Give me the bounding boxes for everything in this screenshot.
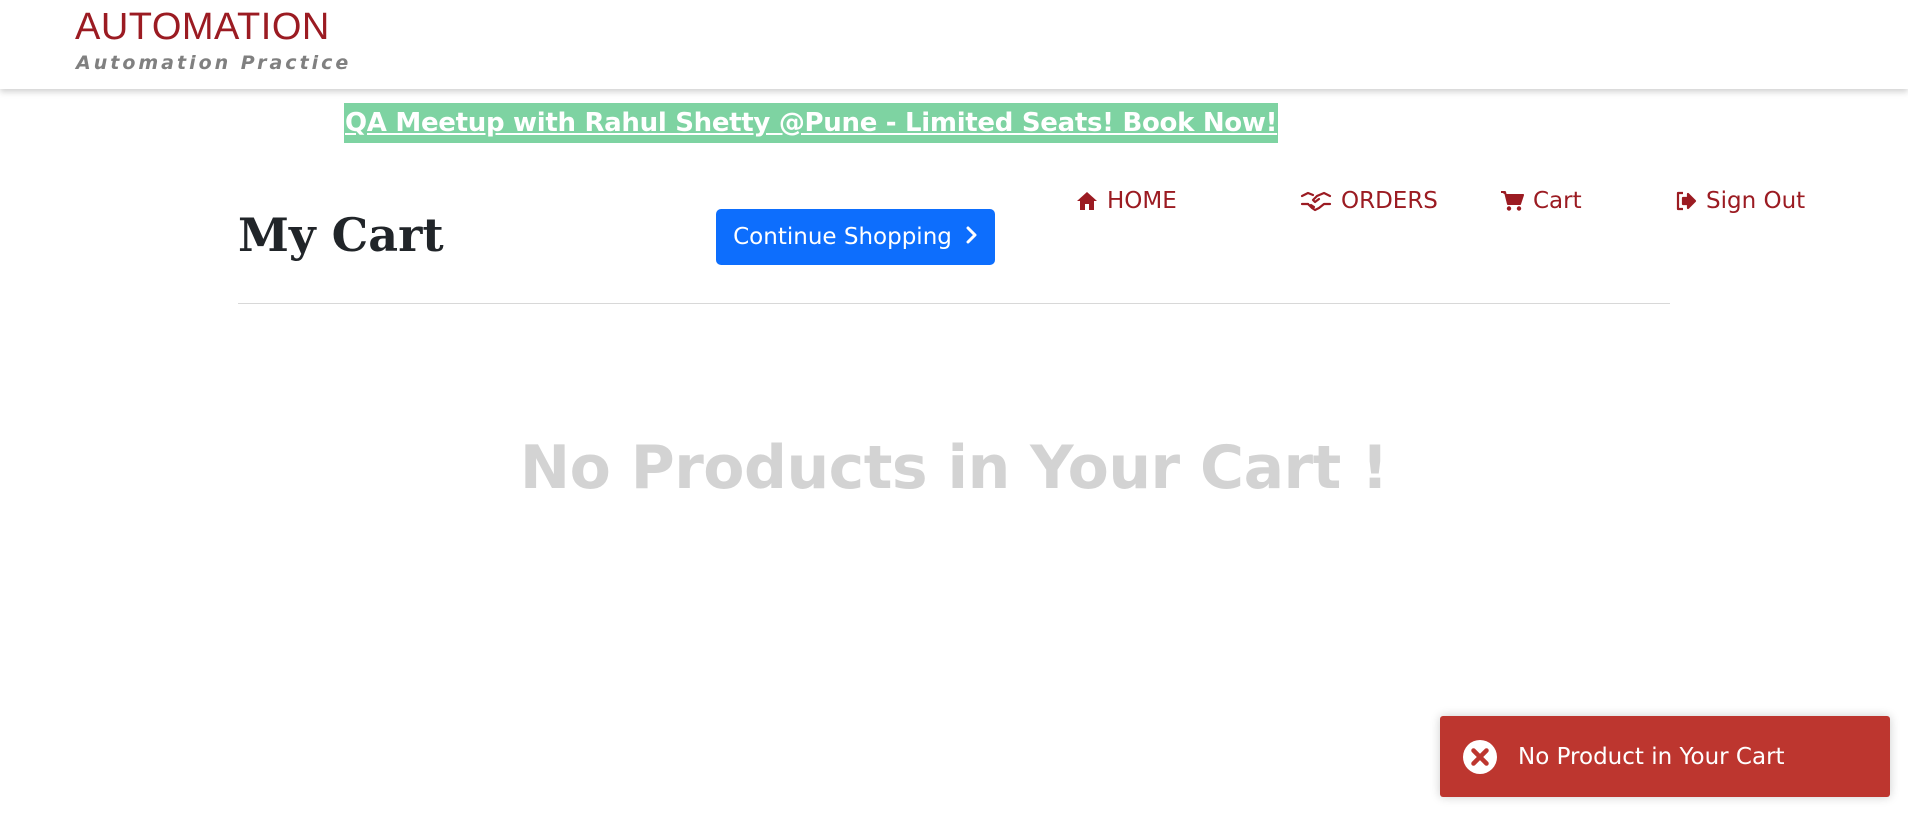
nav-sign-out[interactable]: Sign Out [1675,186,1805,216]
nav-home-label: HOME [1107,188,1177,214]
page-title: My Cart [238,208,444,262]
nav-orders[interactable]: ORDERS [1300,186,1438,216]
promo-banner-link[interactable]: QA Meetup with Rahul Shetty @Pune - Limi… [344,103,1279,143]
sign-out-icon [1675,191,1697,211]
nav-cart-label: Cart [1533,188,1582,214]
header-divider [238,303,1670,304]
cart-icon [1500,190,1524,212]
nav-orders-label: ORDERS [1341,188,1438,214]
error-icon [1462,739,1498,775]
nav-cart[interactable]: Cart [1500,186,1582,216]
top-bar: AUTOMATION Automation Practice [0,0,1908,89]
toast-error[interactable]: No Product in Your Cart [1440,716,1890,797]
empty-cart-message: No Products in Your Cart ! [519,433,1389,503]
handshake-icon [1300,190,1332,212]
toast-message: No Product in Your Cart [1518,743,1785,770]
nav-sign-out-label: Sign Out [1706,188,1806,214]
brand-logo-title: AUTOMATION [75,6,330,48]
chevron-right-icon [966,224,978,250]
continue-shopping-label: Continue Shopping [733,224,952,250]
nav-home[interactable]: HOME [1076,186,1177,216]
brand-logo-subtitle: Automation Practice [76,52,352,74]
home-icon [1076,191,1098,211]
continue-shopping-button[interactable]: Continue Shopping [716,209,995,265]
